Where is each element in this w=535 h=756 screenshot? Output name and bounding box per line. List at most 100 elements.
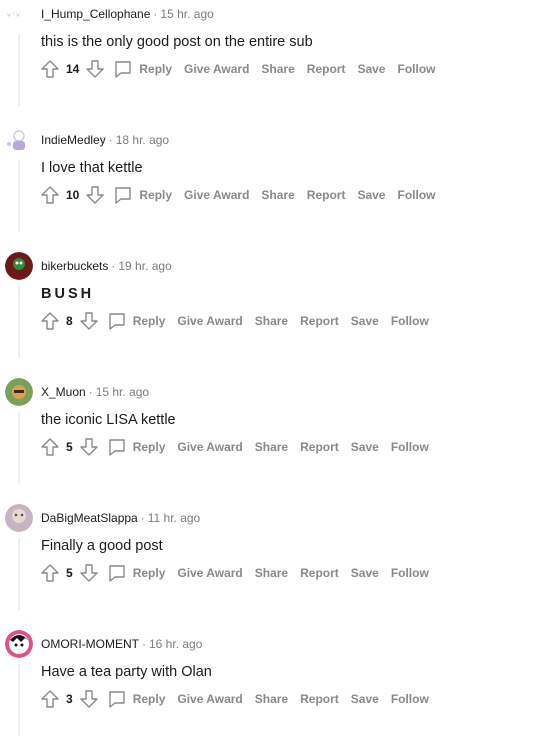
upvote-icon[interactable] xyxy=(38,57,62,81)
vote-score: 5 xyxy=(66,566,73,580)
save-button[interactable]: Save xyxy=(357,188,385,202)
follow-button[interactable]: Follow xyxy=(391,440,429,454)
timestamp[interactable]: 11 hr. ago xyxy=(148,511,201,525)
upvote-icon[interactable] xyxy=(38,687,62,711)
comment: DaBigMeatSlappa · 11 hr. ago Finally a goo… xyxy=(0,504,535,630)
comment-text: this is the only good post on the entire… xyxy=(41,34,313,50)
user-avatar[interactable] xyxy=(5,504,33,532)
give-award-button[interactable]: Give Award xyxy=(184,188,249,202)
comment-meta: OMORI-MOMENT · 16 hr. ago xyxy=(41,637,203,651)
vote-score: 10 xyxy=(66,188,80,202)
timestamp[interactable]: 19 hr. ago xyxy=(118,259,171,273)
comment: OMORI-MOMENT · 16 hr. ago Have a tea party… xyxy=(0,630,535,756)
share-button[interactable]: Share xyxy=(261,188,294,202)
give-award-button[interactable]: Give Award xyxy=(177,440,242,454)
timestamp[interactable]: 18 hr. ago xyxy=(116,133,169,147)
follow-button[interactable]: Follow xyxy=(397,62,435,76)
comment-text: the iconic LISA kettle xyxy=(41,412,176,428)
report-button[interactable]: Report xyxy=(300,314,339,328)
downvote-icon[interactable] xyxy=(77,435,101,459)
vote-score: 3 xyxy=(66,692,73,706)
save-button[interactable]: Save xyxy=(357,62,385,76)
comment-text: BUSH xyxy=(41,286,95,302)
thread-line[interactable] xyxy=(18,286,20,358)
username[interactable]: DaBigMeatSlappa xyxy=(41,511,138,525)
share-button[interactable]: Share xyxy=(255,566,288,580)
downvote-icon[interactable] xyxy=(77,687,101,711)
comment-bubble-icon xyxy=(115,187,132,204)
reply-button[interactable]: Reply xyxy=(107,437,165,457)
share-button[interactable]: Share xyxy=(255,692,288,706)
follow-button[interactable]: Follow xyxy=(391,566,429,580)
comment-actions: 5 Reply Give Award Share Report Save Fol… xyxy=(38,435,441,459)
user-avatar[interactable] xyxy=(5,126,33,154)
give-award-button[interactable]: Give Award xyxy=(177,566,242,580)
downvote-icon[interactable] xyxy=(83,57,107,81)
upvote-icon[interactable] xyxy=(38,183,62,207)
save-button[interactable]: Save xyxy=(351,692,379,706)
timestamp[interactable]: 15 hr. ago xyxy=(160,7,213,21)
comment-meta: X_Muon · 15 hr. ago xyxy=(41,385,150,399)
comment-actions: 5 Reply Give Award Share Report Save Fol… xyxy=(38,561,441,585)
thread-line[interactable] xyxy=(18,34,20,106)
downvote-icon[interactable] xyxy=(83,183,107,207)
give-award-button[interactable]: Give Award xyxy=(177,314,242,328)
comment-actions: 8 Reply Give Award Share Report Save Fol… xyxy=(38,309,441,333)
comment-text: Finally a good post xyxy=(41,538,163,554)
vote-score: 5 xyxy=(66,440,73,454)
reply-button[interactable]: Reply xyxy=(113,59,172,79)
downvote-icon[interactable] xyxy=(77,309,101,333)
upvote-icon[interactable] xyxy=(38,435,62,459)
username[interactable]: I_Hump_Cellophane xyxy=(41,7,150,21)
username[interactable]: OMORI-MOMENT xyxy=(41,637,139,651)
downvote-icon[interactable] xyxy=(77,561,101,585)
give-award-button[interactable]: Give Award xyxy=(184,62,249,76)
comment: X_Muon · 15 hr. ago the iconic LISA kettle… xyxy=(0,378,535,504)
report-button[interactable]: Report xyxy=(300,440,339,454)
share-button[interactable]: Share xyxy=(255,314,288,328)
reply-button[interactable]: Reply xyxy=(113,185,172,205)
comment: ᵛ˙ᵛ I_Hump_Cellophane · 15 hr. ago this is… xyxy=(0,0,535,126)
username[interactable]: X_Muon xyxy=(41,385,86,399)
username[interactable]: bikerbuckets xyxy=(41,259,108,273)
follow-button[interactable]: Follow xyxy=(397,188,435,202)
username[interactable]: IndieMedley xyxy=(41,133,106,147)
thread-line[interactable] xyxy=(18,160,20,232)
vote-score: 8 xyxy=(66,314,73,328)
share-button[interactable]: Share xyxy=(255,440,288,454)
comment-actions: 14 Reply Give Award Share Report Save Fo… xyxy=(38,57,447,81)
comment-bubble-icon xyxy=(108,565,125,582)
reply-button[interactable]: Reply xyxy=(107,689,165,709)
upvote-icon[interactable] xyxy=(38,561,62,585)
timestamp[interactable]: 15 hr. ago xyxy=(96,385,149,399)
save-button[interactable]: Save xyxy=(351,566,379,580)
upvote-icon[interactable] xyxy=(38,309,62,333)
comment-text: I love that kettle xyxy=(41,160,143,176)
thread-line[interactable] xyxy=(18,664,20,736)
user-avatar[interactable]: ᵛ˙ᵛ xyxy=(5,4,33,32)
thread-line[interactable] xyxy=(18,538,20,610)
comment-bubble-icon xyxy=(108,439,125,456)
give-award-button[interactable]: Give Award xyxy=(177,692,242,706)
thread-line[interactable] xyxy=(18,412,20,484)
follow-button[interactable]: Follow xyxy=(391,314,429,328)
report-button[interactable]: Report xyxy=(307,62,346,76)
user-avatar[interactable] xyxy=(5,252,33,280)
reply-button[interactable]: Reply xyxy=(107,563,165,583)
save-button[interactable]: Save xyxy=(351,314,379,328)
report-button[interactable]: Report xyxy=(307,188,346,202)
vote-score: 14 xyxy=(66,62,80,76)
report-button[interactable]: Report xyxy=(300,566,339,580)
comment-bubble-icon xyxy=(115,61,132,78)
timestamp[interactable]: 16 hr. ago xyxy=(149,637,202,651)
comment: bikerbuckets · 19 hr. ago BUSH 8 Reply Giv… xyxy=(0,252,535,378)
reply-button[interactable]: Reply xyxy=(107,311,165,331)
comment-meta: I_Hump_Cellophane · 15 hr. ago xyxy=(41,7,214,21)
follow-button[interactable]: Follow xyxy=(391,692,429,706)
user-avatar[interactable] xyxy=(5,630,33,658)
comment-bubble-icon xyxy=(108,313,125,330)
report-button[interactable]: Report xyxy=(300,692,339,706)
user-avatar[interactable] xyxy=(5,378,33,406)
save-button[interactable]: Save xyxy=(351,440,379,454)
share-button[interactable]: Share xyxy=(261,62,294,76)
